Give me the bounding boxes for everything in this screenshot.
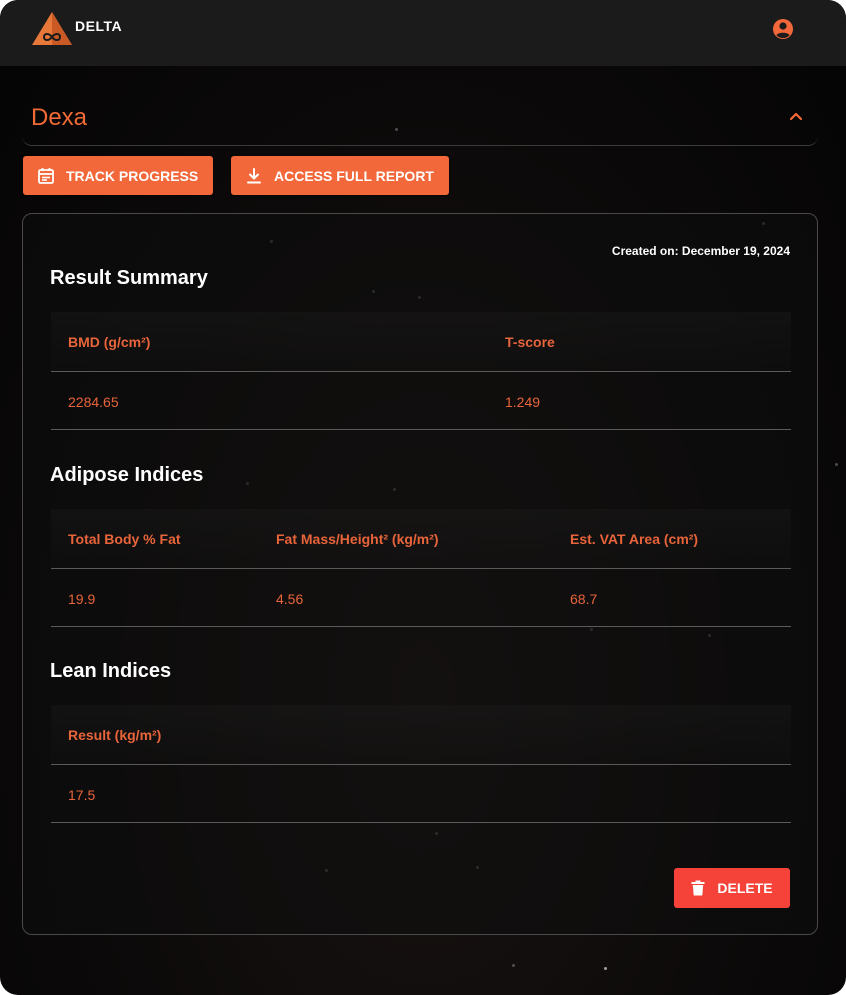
- table-cell: 1.249: [505, 394, 541, 410]
- dexa-result-card: Created on: December 19, 2024 Result Sum…: [22, 213, 818, 935]
- account-circle-icon[interactable]: [771, 17, 795, 41]
- result-summary-title: Result Summary: [50, 267, 208, 289]
- track-progress-label: TRACK PROGRESS: [66, 167, 199, 184]
- column-header: Est. VAT Area (cm²): [570, 531, 699, 547]
- column-header: Total Body % Fat: [68, 531, 181, 547]
- app-window: DELTA Dexa TRACK PROGRESS ACCESS FULL RE…: [0, 0, 846, 995]
- background-speck: [835, 463, 838, 466]
- column-header: BMD (g/cm²): [68, 334, 151, 350]
- lean-indices-table: Result (kg/m²) 17.5: [51, 705, 791, 823]
- result-summary-table: BMD (g/cm²) T-score 2284.65 1.249: [51, 312, 791, 430]
- lean-indices-title: Lean Indices: [50, 660, 172, 682]
- column-header: T-score: [505, 334, 555, 350]
- access-full-report-label: ACCESS FULL REPORT: [274, 167, 434, 184]
- column-header: Result (kg/m²): [68, 727, 162, 743]
- background-speck: [604, 967, 607, 970]
- table-row: 2284.65 1.249: [51, 372, 791, 430]
- triangle-infinity-logo-icon[interactable]: [30, 10, 74, 47]
- dexa-accordion-header[interactable]: Dexa: [22, 86, 818, 146]
- table-header-row: Result (kg/m²): [51, 705, 791, 765]
- background-speck: [512, 964, 515, 967]
- adipose-indices-table: Total Body % Fat Fat Mass/Height² (kg/m²…: [51, 509, 791, 627]
- top-navigation-bar: DELTA: [0, 0, 846, 66]
- table-cell: 2284.65: [68, 394, 119, 410]
- created-date: Created on: December 19, 2024: [611, 244, 790, 258]
- table-header-row: BMD (g/cm²) T-score: [51, 312, 791, 372]
- column-header: Fat Mass/Height² (kg/m²): [276, 531, 439, 547]
- table-cell: 68.7: [570, 591, 598, 607]
- delete-label: DELETE: [717, 880, 773, 896]
- brand-name: DELTA: [75, 18, 123, 34]
- calendar-icon: [38, 167, 54, 184]
- track-progress-button[interactable]: TRACK PROGRESS: [23, 156, 213, 195]
- delete-button[interactable]: DELETE: [674, 868, 790, 908]
- chevron-up-icon[interactable]: [788, 110, 804, 122]
- download-icon: [247, 167, 261, 183]
- table-row: 19.9 4.56 68.7: [51, 569, 791, 627]
- table-cell: 4.56: [276, 591, 304, 607]
- trash-icon: [691, 880, 705, 896]
- table-row: 17.5: [51, 765, 791, 823]
- table-header-row: Total Body % Fat Fat Mass/Height² (kg/m²…: [51, 509, 791, 569]
- table-cell: 17.5: [68, 787, 96, 803]
- accordion-title: Dexa: [31, 104, 88, 131]
- table-cell: 19.9: [68, 591, 96, 607]
- access-full-report-button[interactable]: ACCESS FULL REPORT: [231, 156, 449, 195]
- adipose-indices-title: Adipose Indices: [50, 464, 204, 486]
